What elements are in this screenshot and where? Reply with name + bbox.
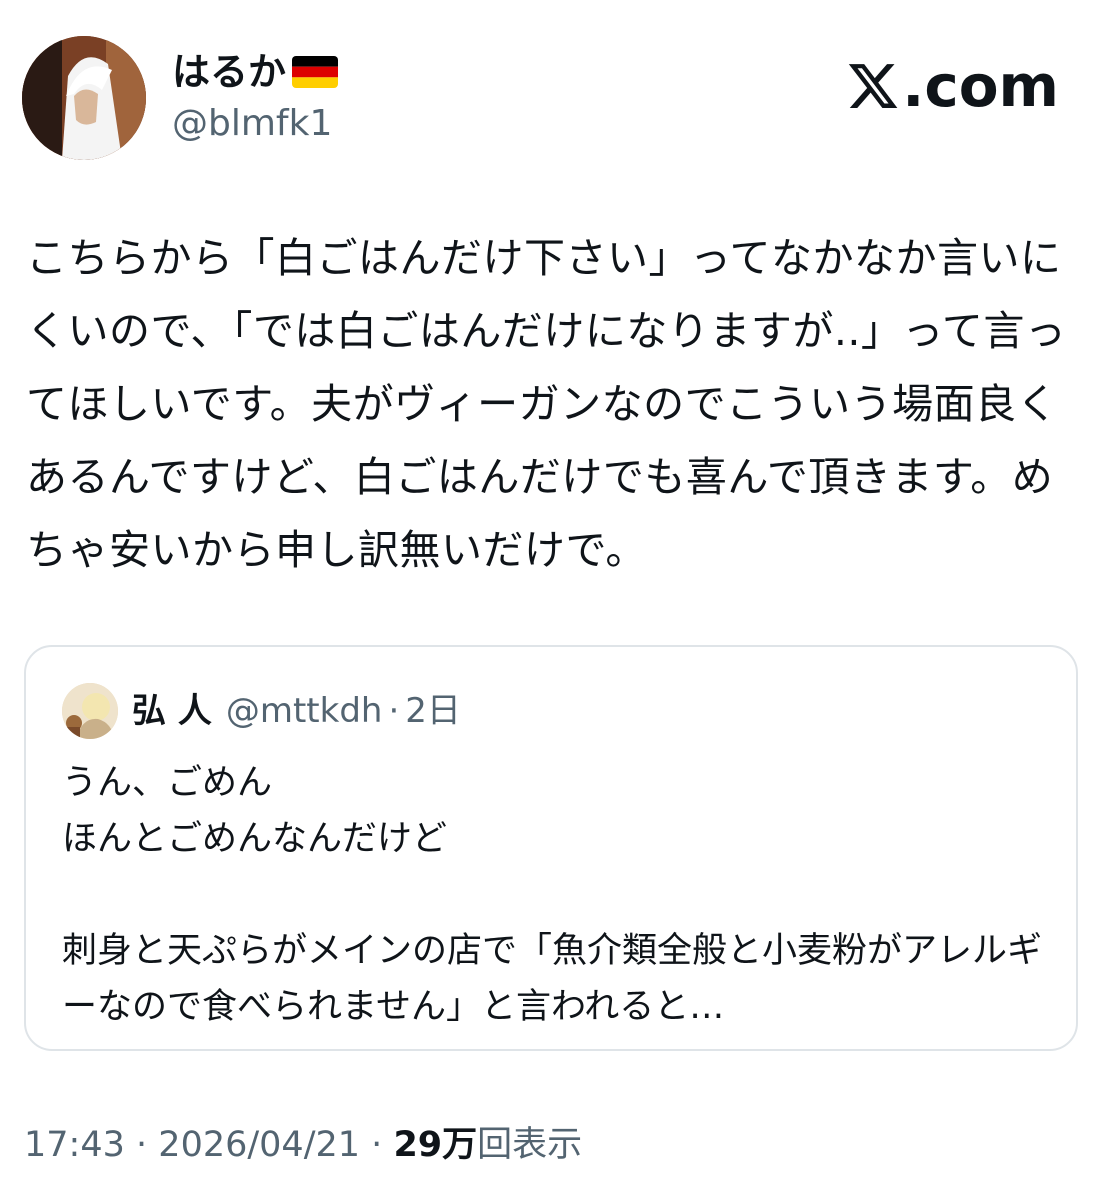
tweet-time[interactable]: 17:43 bbox=[24, 1125, 125, 1165]
meta-separator: · bbox=[371, 1125, 383, 1165]
quoted-author-avatar[interactable] bbox=[62, 683, 118, 739]
author-handle[interactable]: @blmfk1 bbox=[172, 102, 332, 146]
quoted-avatar-photo bbox=[62, 683, 118, 739]
tweet-text: こちらから「白ごはんだけ下さい」ってなかなか言いにくいので、「では白ごはんだけに… bbox=[26, 234, 1067, 574]
author-name-text: はるか bbox=[172, 50, 287, 94]
x-com-logo: .com bbox=[846, 54, 1059, 118]
tweet-screenshot: はるか @blmfk1 .com こちらから「白ごはんだけ下さい」ってなかなか言… bbox=[0, 0, 1105, 1200]
views-label: 回表示 bbox=[477, 1125, 583, 1165]
author-avatar[interactable] bbox=[22, 36, 146, 160]
tweet-date[interactable]: 2026/04/21 bbox=[158, 1125, 360, 1165]
quoted-author-name[interactable]: 弘 人 bbox=[132, 691, 212, 731]
quoted-separator: · bbox=[388, 691, 400, 731]
meta-separator: · bbox=[136, 1125, 148, 1165]
author-display-name[interactable]: はるか bbox=[172, 50, 339, 94]
quoted-tweet-time[interactable]: 2日 bbox=[405, 691, 461, 731]
quoted-tweet-card[interactable]: 弘 人 @mttkdh · 2日 うん、ごめん ほんとごめんなんだけど 刺身と天ぷらが… bbox=[24, 645, 1078, 1051]
quoted-author-handle[interactable]: @mttkdh bbox=[226, 691, 383, 731]
x-com-logo-text: .com bbox=[902, 52, 1059, 120]
avatar-photo bbox=[22, 36, 146, 160]
views-count: 29万 bbox=[393, 1125, 478, 1165]
x-logo-icon bbox=[846, 59, 900, 113]
germany-flag-icon bbox=[292, 56, 339, 88]
quoted-tweet-header: 弘 人 @mttkdh · 2日 bbox=[132, 687, 461, 735]
quoted-tweet-text: うん、ごめん ほんとごめんなんだけど 刺身と天ぷらがメインの店で「魚介類全般と小… bbox=[62, 763, 1043, 1027]
tweet-meta: 17:43 · 2026/04/21 · 29万回表示 bbox=[24, 1120, 582, 1170]
